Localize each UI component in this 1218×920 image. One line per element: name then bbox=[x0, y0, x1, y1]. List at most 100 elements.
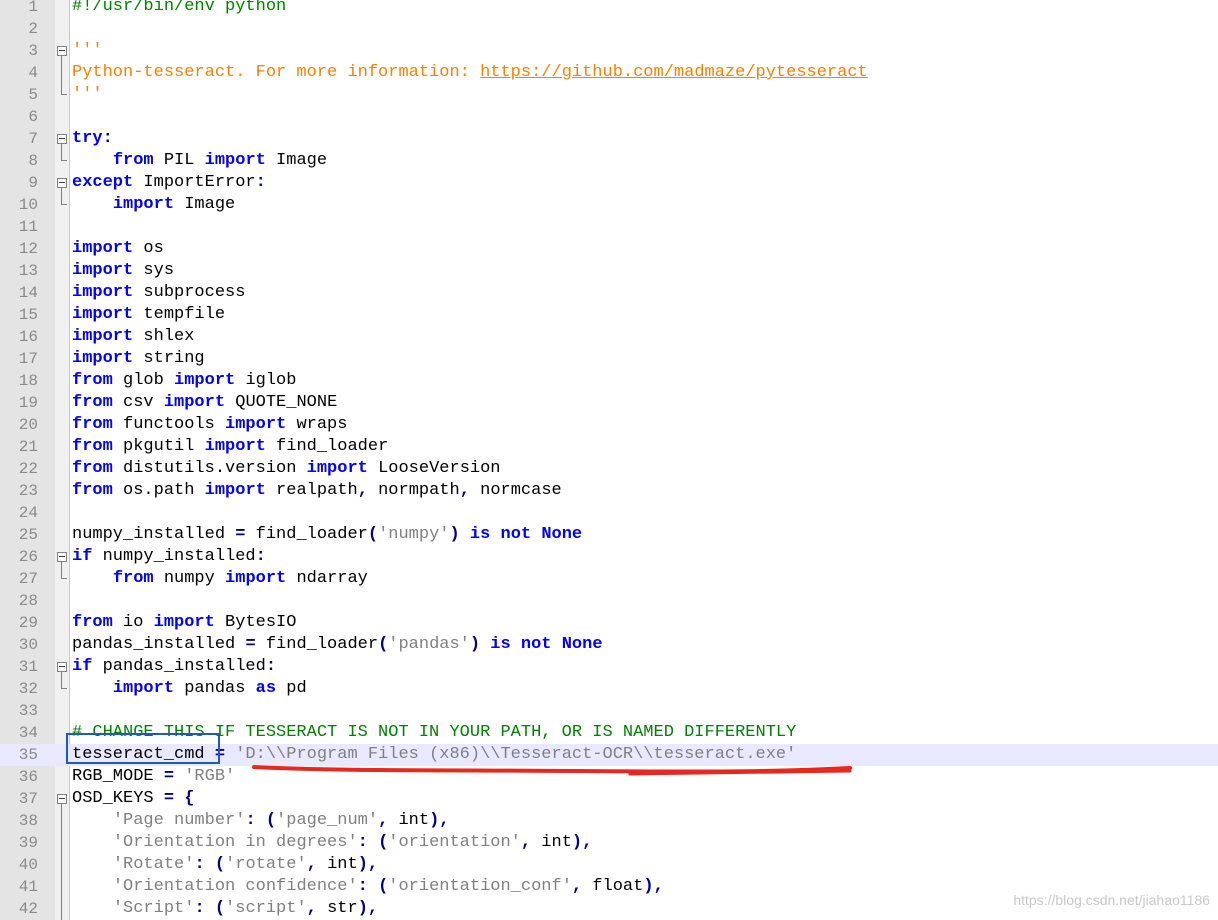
code-token: pandas_installed bbox=[72, 635, 246, 654]
line-number: 1 bbox=[28, 0, 38, 16]
code-line[interactable]: 13 import sys bbox=[0, 260, 1218, 282]
code-token: ), bbox=[357, 899, 379, 918]
code-token: import bbox=[204, 437, 266, 456]
code-text: from functools import wraps bbox=[72, 414, 347, 436]
code-text: try: bbox=[72, 128, 113, 150]
code-line[interactable]: 22 from distutils.version import LooseVer… bbox=[0, 458, 1218, 480]
code-text: import subprocess bbox=[72, 282, 245, 304]
code-line[interactable]: 15 import tempfile bbox=[0, 304, 1218, 326]
code-line[interactable]: 32 import pandas as pd bbox=[0, 678, 1218, 700]
code-line[interactable]: 5 ''' bbox=[0, 84, 1218, 106]
code-line[interactable]: 1 #!/usr/bin/env python bbox=[0, 0, 1218, 18]
code-line[interactable]: 7 try: bbox=[0, 128, 1218, 150]
code-token: str bbox=[316, 899, 358, 918]
code-line[interactable]: 20 from functools import wraps bbox=[0, 414, 1218, 436]
line-number: 4 bbox=[28, 64, 38, 82]
code-text: from pkgutil import find_loader bbox=[72, 436, 388, 458]
fold-end-icon bbox=[57, 194, 67, 216]
line-number: 29 bbox=[18, 614, 38, 632]
code-line[interactable]: 27 from numpy import ndarray bbox=[0, 568, 1218, 590]
line-number: 9 bbox=[28, 174, 38, 192]
code-token: : bbox=[357, 877, 368, 896]
fold-toggle-icon[interactable] bbox=[57, 40, 67, 62]
code-token: 'pandas' bbox=[388, 635, 470, 654]
code-token: 'orientation' bbox=[388, 833, 521, 852]
code-line[interactable]: 24 bbox=[0, 502, 1218, 524]
code-text: OSD_KEYS = { bbox=[72, 788, 194, 810]
fold-toggle-icon[interactable] bbox=[57, 788, 67, 810]
code-line[interactable]: 6 bbox=[0, 106, 1218, 128]
code-token: numpy_installed bbox=[72, 525, 236, 544]
code-text: import sys bbox=[72, 260, 174, 282]
code-token: tempfile bbox=[133, 305, 226, 324]
code-line[interactable]: 10 import Image bbox=[0, 194, 1218, 216]
code-text: except ImportError: bbox=[72, 172, 266, 194]
code-line[interactable]: 31 if pandas_installed: bbox=[0, 656, 1218, 678]
code-text: 'Orientation confidence': ('orientation_… bbox=[72, 876, 664, 898]
code-token: : bbox=[194, 855, 205, 874]
fold-toggle-icon[interactable] bbox=[57, 128, 67, 150]
code-text: ''' bbox=[72, 40, 103, 62]
code-line[interactable]: 37 OSD_KEYS = { bbox=[0, 788, 1218, 810]
code-line[interactable]: 39 'Orientation in degrees': ('orientati… bbox=[0, 832, 1218, 854]
code-line[interactable]: 23 from os.path import realpath, normpath… bbox=[0, 480, 1218, 502]
code-line[interactable]: 3 ''' bbox=[0, 40, 1218, 62]
code-token: 'Rotate' bbox=[112, 855, 195, 874]
code-token: iglob bbox=[235, 371, 297, 390]
line-number: 14 bbox=[18, 284, 38, 302]
code-line[interactable]: 12 import os bbox=[0, 238, 1218, 260]
code-token: import bbox=[153, 613, 215, 632]
code-line[interactable]: 9 except ImportError: bbox=[0, 172, 1218, 194]
code-text: if pandas_installed: bbox=[72, 656, 276, 678]
code-line[interactable]: 28 bbox=[0, 590, 1218, 612]
code-line[interactable]: 26 if numpy_installed: bbox=[0, 546, 1218, 568]
code-line[interactable]: 11 bbox=[0, 216, 1218, 238]
code-token: Image bbox=[265, 151, 328, 170]
code-token[interactable]: https://github.com/madmaze/pytesseract bbox=[480, 63, 868, 82]
code-line[interactable]: 8 from PIL import Image bbox=[0, 150, 1218, 172]
code-token: RGB_MODE bbox=[72, 767, 164, 786]
code-text: 'Script': ('script', str), bbox=[72, 898, 378, 920]
line-number: 38 bbox=[18, 812, 38, 830]
code-line[interactable]: 2 bbox=[0, 18, 1218, 40]
code-line[interactable]: 21 from pkgutil import find_loader bbox=[0, 436, 1218, 458]
code-token: , bbox=[306, 855, 317, 874]
fold-toggle-icon[interactable] bbox=[57, 656, 67, 678]
code-line[interactable]: 4 Python-tesseract. For more information:… bbox=[0, 62, 1218, 84]
line-number: 18 bbox=[18, 372, 38, 390]
code-token: ( bbox=[214, 855, 226, 874]
code-token: QUOTE_NONE bbox=[225, 393, 338, 412]
code-token: is bbox=[469, 525, 491, 544]
fold-toggle-icon[interactable] bbox=[57, 546, 67, 568]
code-token: import bbox=[225, 569, 287, 588]
code-line[interactable]: 30 pandas_installed = find_loader('pandas… bbox=[0, 634, 1218, 656]
code-line[interactable]: 33 bbox=[0, 700, 1218, 722]
code-line[interactable]: 14 import subprocess bbox=[0, 282, 1218, 304]
code-token: if bbox=[72, 657, 93, 676]
line-number: 16 bbox=[18, 328, 38, 346]
code-token: 'orientation_conf' bbox=[388, 877, 572, 896]
code-line[interactable]: 40 'Rotate': ('rotate', int), bbox=[0, 854, 1218, 876]
code-token: ) bbox=[469, 635, 481, 654]
code-token: , bbox=[571, 877, 583, 896]
code-token: string bbox=[133, 349, 205, 368]
red-underline-annotation bbox=[252, 765, 852, 776]
code-line[interactable]: 25 numpy_installed = find_loader('numpy')… bbox=[0, 524, 1218, 546]
line-number: 21 bbox=[18, 438, 38, 456]
fold-toggle-icon[interactable] bbox=[57, 172, 67, 194]
line-number: 6 bbox=[28, 108, 38, 126]
code-line[interactable]: 29 from io import BytesIO bbox=[0, 612, 1218, 634]
code-line[interactable]: 18 from glob import iglob bbox=[0, 370, 1218, 392]
code-token: 'script' bbox=[225, 899, 307, 918]
code-token: { bbox=[184, 789, 195, 808]
code-text: from os.path import realpath, normpath, … bbox=[72, 480, 562, 502]
code-line[interactable]: 17 import string bbox=[0, 348, 1218, 370]
code-line[interactable]: 38 'Page number': ('page_num', int), bbox=[0, 810, 1218, 832]
code-token: LooseVersion bbox=[367, 459, 501, 478]
line-number: 23 bbox=[18, 482, 38, 500]
code-line[interactable]: 19 from csv import QUOTE_NONE bbox=[0, 392, 1218, 414]
code-line[interactable]: 16 import shlex bbox=[0, 326, 1218, 348]
